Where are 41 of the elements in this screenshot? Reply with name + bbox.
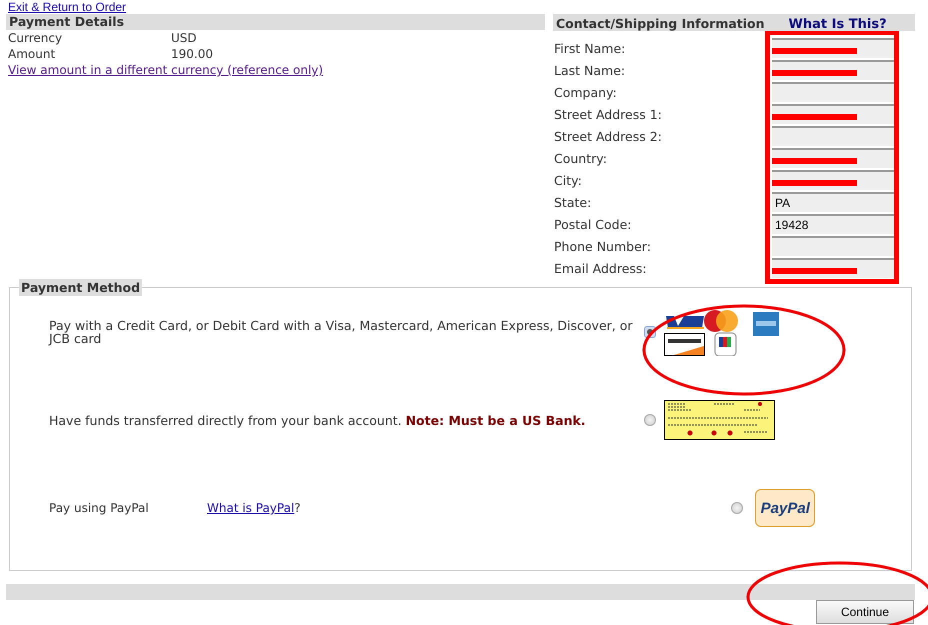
- paypal-info-link[interactable]: What is PayPal: [207, 501, 294, 515]
- radio-button[interactable]: [731, 502, 744, 514]
- detail-label: Currency: [8, 30, 64, 46]
- input-field[interactable]: [772, 148, 894, 168]
- option-text: Have funds transferred directly from your bank account. Note: Must be a US Bank.: [49, 414, 587, 426]
- question-mark: ?: [294, 501, 302, 515]
- input-field[interactable]: [772, 126, 894, 146]
- field-label: Company:: [553, 84, 618, 100]
- section-title: Contact/Shipping Information: [556, 15, 765, 31]
- field-label: Street Address 1:: [553, 106, 663, 122]
- field-label: State:: [553, 194, 592, 210]
- field-label: Street Address 2:: [553, 128, 663, 144]
- input-field[interactable]: [772, 60, 894, 80]
- section-title: Payment Method: [19, 279, 142, 296]
- field-label: First Name:: [553, 40, 626, 56]
- currency-link[interactable]: View amount in a different currency (reference only): [8, 63, 324, 77]
- paypal-badge[interactable]: PayPal: [755, 489, 816, 527]
- input-field[interactable]: [772, 82, 894, 102]
- detail-value: 190.00: [171, 46, 213, 62]
- input-field[interactable]: [772, 236, 894, 256]
- input-field[interactable]: 19428: [772, 214, 894, 234]
- help-link[interactable]: What Is This?: [788, 14, 887, 31]
- field-label: Phone Number:: [553, 238, 652, 254]
- option-text: Pay with a Credit Card, or Debit Card with a Visa, Mastercard, American Express, Discover, or JCB card: [49, 319, 634, 345]
- input-field[interactable]: PA: [772, 192, 894, 212]
- field-label: Last Name:: [553, 62, 626, 78]
- radio-button[interactable]: [644, 414, 656, 426]
- exit-link[interactable]: Exit & Return to Order: [8, 0, 126, 14]
- field-label: Postal Code:: [553, 216, 632, 232]
- input-field[interactable]: [772, 258, 894, 278]
- section-header: Payment Details: [6, 14, 545, 30]
- option-text: Pay using PayPal: [49, 501, 150, 515]
- input-field[interactable]: [772, 38, 894, 58]
- field-label: Email Address:: [553, 260, 648, 276]
- input-field[interactable]: [772, 170, 894, 190]
- detail-value: USD: [171, 30, 197, 46]
- input-field[interactable]: [772, 104, 894, 124]
- field-label: Country:: [553, 150, 608, 166]
- field-label: City:: [553, 172, 583, 188]
- detail-label: Amount: [8, 46, 56, 62]
- continue-button[interactable]: Continue: [816, 600, 914, 624]
